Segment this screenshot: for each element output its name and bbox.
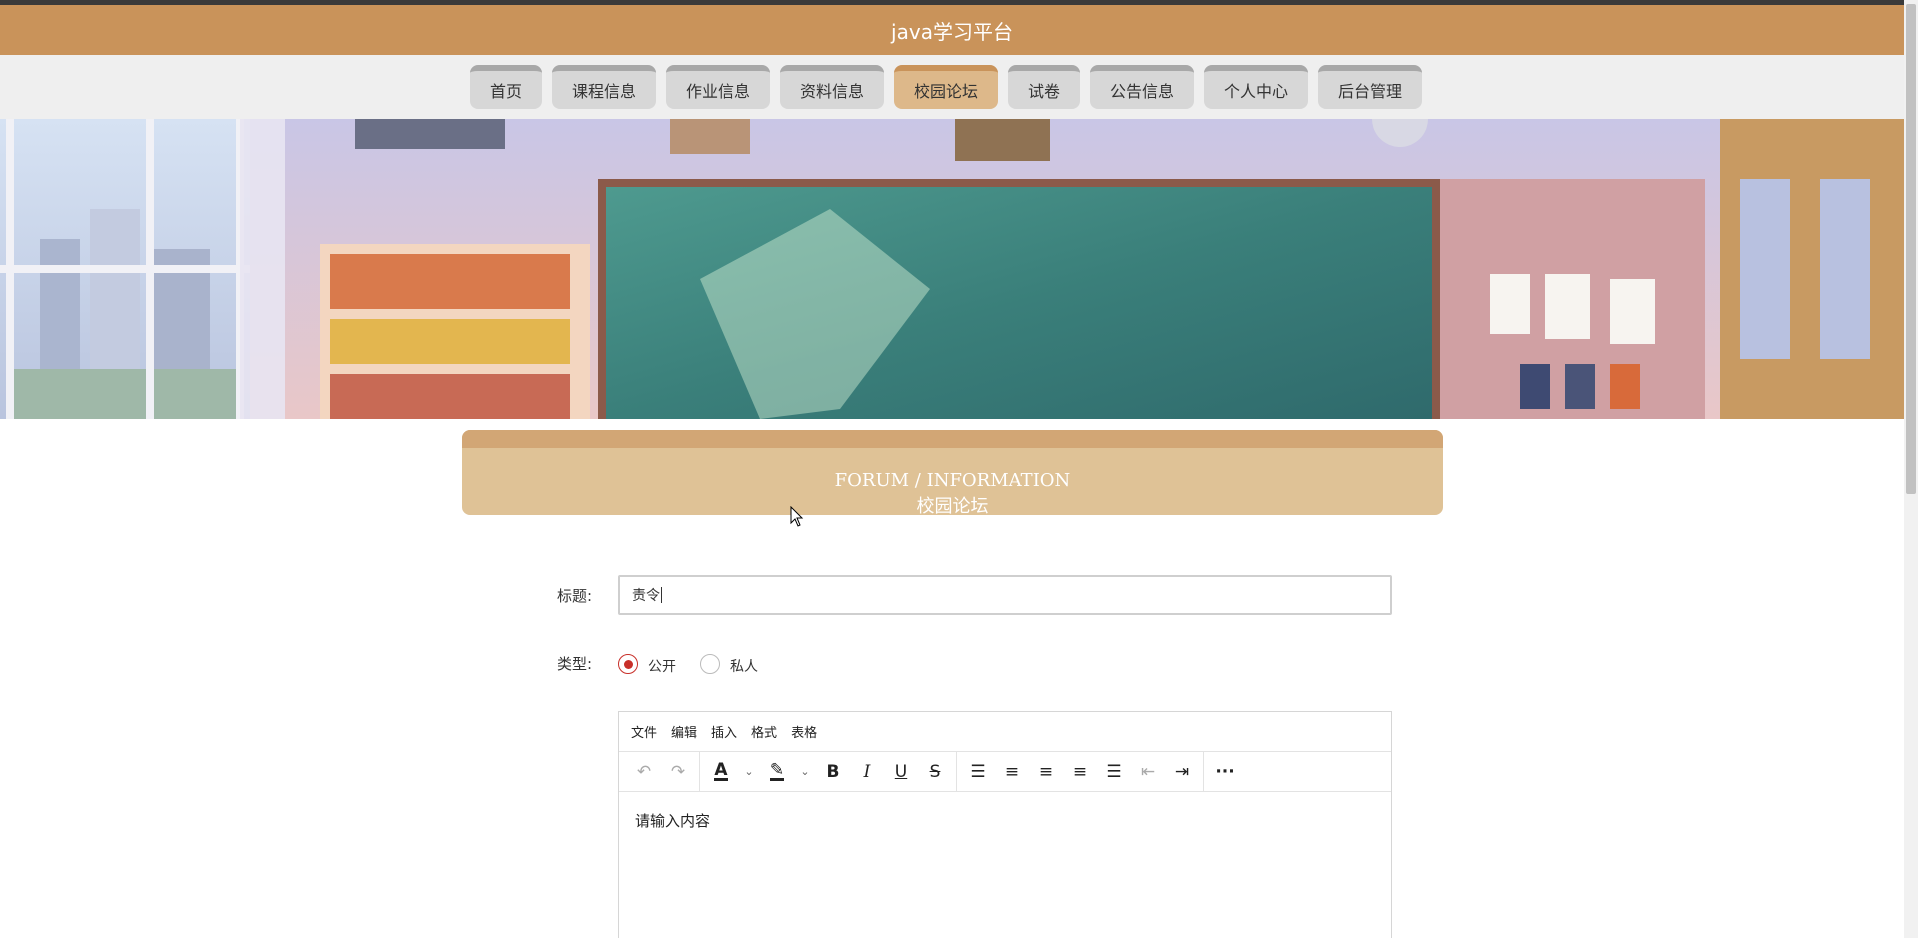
nav-home[interactable]: 首页 [470,65,542,109]
editor-placeholder: 请输入内容 [635,812,711,830]
mouse-cursor-icon [790,506,804,527]
banner-image [0,119,1904,419]
page-scrollbar[interactable] [1904,0,1918,938]
strikethrough-icon[interactable]: S [918,755,952,789]
editor-content[interactable]: 请输入内容 [619,792,1391,849]
radio-private-label: 私人 [730,659,758,675]
text-color-dropdown-icon[interactable]: ⌄ [738,755,760,789]
nav-notices[interactable]: 公告信息 [1090,65,1194,109]
section-header: FORUM / INFORMATION 校园论坛 [462,430,1443,515]
title-label: 标题: [557,587,593,605]
redo-icon[interactable]: ↷ [661,755,695,789]
nav-materials[interactable]: 资料信息 [780,65,884,109]
site-header: java学习平台 [0,5,1904,55]
menu-table[interactable]: 表格 [791,722,817,741]
align-left-icon[interactable]: ≡ [995,755,1029,789]
nav-courses[interactable]: 课程信息 [552,65,656,109]
section-title-en: FORUM / INFORMATION [834,470,1071,491]
rich-text-editor: 文件 编辑 插入 格式 表格 ↶ ↷ A ⌄ ✎ ⌄ B I U S ☰ ≡ ≡… [618,711,1392,938]
menu-file[interactable]: 文件 [631,722,657,741]
undo-icon[interactable]: ↶ [627,755,661,789]
more-icon[interactable]: ··· [1208,755,1242,789]
highlight-dropdown-icon[interactable]: ⌄ [794,755,816,789]
title-input[interactable]: 责令 [618,575,1392,615]
site-title: java学习平台 [891,19,1013,44]
outdent-icon[interactable]: ⇤ [1131,755,1165,789]
radio-public[interactable] [618,654,638,674]
type-label: 类型: [557,655,593,673]
nav-admin[interactable]: 后台管理 [1318,65,1422,109]
bold-icon[interactable]: B [816,755,850,789]
nav-exam[interactable]: 试卷 [1008,65,1080,109]
radio-private[interactable] [700,654,720,674]
nav-forum[interactable]: 校园论坛 [894,65,998,109]
scrollbar-thumb[interactable] [1906,4,1916,494]
title-input-value: 责令 [632,588,660,604]
nav-homework[interactable]: 作业信息 [666,65,770,109]
menu-edit[interactable]: 编辑 [671,722,697,741]
main-nav: 首页 课程信息 作业信息 资料信息 校园论坛 试卷 公告信息 个人中心 后台管理 [0,55,1904,119]
highlight-color-icon[interactable]: ✎ [760,755,794,789]
indent-icon[interactable]: ⇥ [1165,755,1199,789]
radio-public-label: 公开 [648,659,676,675]
align-center-icon[interactable]: ≡ [1029,755,1063,789]
underline-icon[interactable]: U [884,755,918,789]
line-height-icon[interactable]: ☰ [961,755,995,789]
nav-profile[interactable]: 个人中心 [1204,65,1308,109]
menu-insert[interactable]: 插入 [711,722,737,741]
menu-format[interactable]: 格式 [751,722,777,741]
text-color-icon[interactable]: A [704,755,738,789]
italic-icon[interactable]: I [850,755,884,789]
editor-menubar: 文件 编辑 插入 格式 表格 [619,712,1391,752]
section-title-cn: 校园论坛 [916,496,989,515]
editor-toolbar: ↶ ↷ A ⌄ ✎ ⌄ B I U S ☰ ≡ ≡ ≡ ☰ ⇤ ⇥ ··· [619,751,1391,792]
align-right-icon[interactable]: ≡ [1063,755,1097,789]
align-justify-icon[interactable]: ☰ [1097,755,1131,789]
